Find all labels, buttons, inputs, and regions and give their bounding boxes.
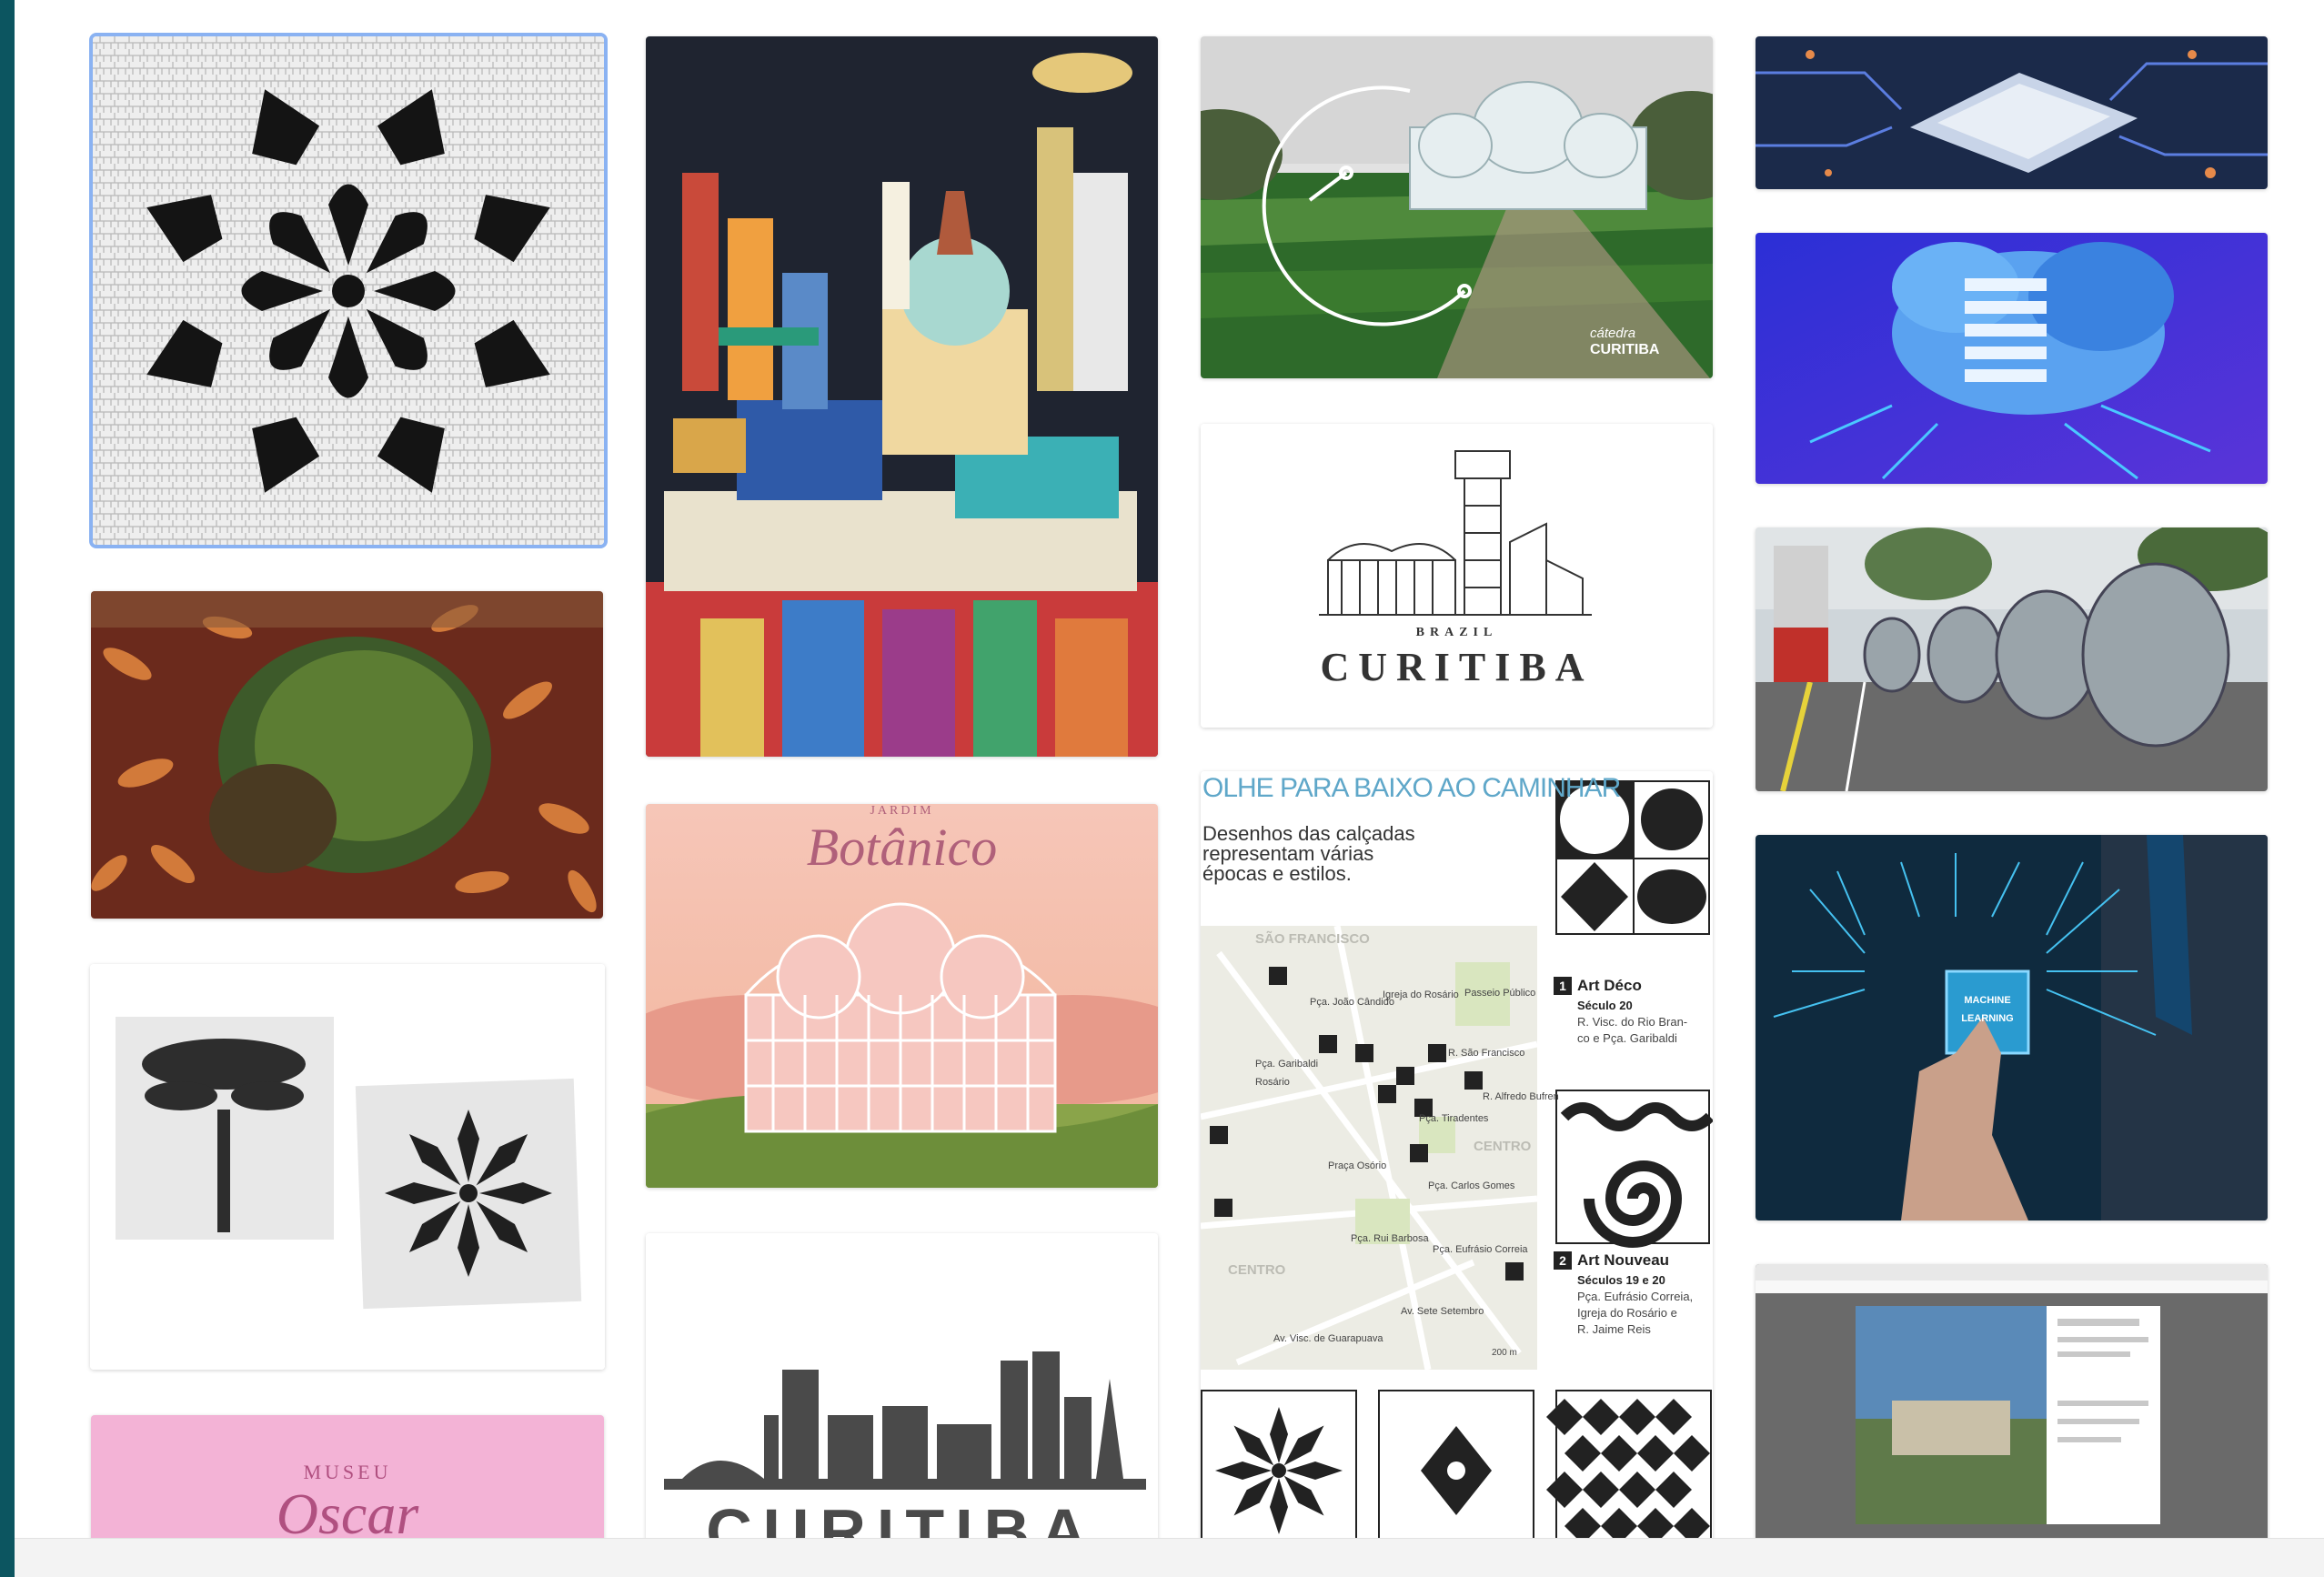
cloud-data-image[interactable] (1756, 233, 2268, 484)
bottom-toolbar (15, 1538, 2324, 1577)
legend-place: R. Jaime Reis (1577, 1322, 1651, 1336)
map-label: CENTRO (1474, 1139, 1532, 1154)
city-illustration-image[interactable] (646, 36, 1158, 757)
computer-chip-graphic (1756, 36, 2268, 189)
cloud-data-graphic (1756, 233, 2268, 484)
botanico-poster-image[interactable]: JARDIM Botânico (646, 804, 1158, 1188)
legend-century: Século 20 (1577, 999, 1633, 1012)
city-illustration-graphic (646, 36, 1158, 757)
pinecone-graphic (91, 591, 603, 919)
map-label: Pça. Carlos Gomes (1428, 1180, 1515, 1191)
infographic-headline: OLHE PARA BAIXO AO CAMINHAR (1202, 773, 1621, 803)
browser-screenshot-image[interactable] (1756, 1264, 2268, 1552)
moodboard-canvas: MUSEU Oscar JARDIM Botânico CURITIBA cát… (15, 0, 2324, 1577)
infographic-intro-3: épocas e estilos. (1202, 862, 1352, 885)
legend-number: 2 (1554, 1251, 1572, 1270)
pinecone-image[interactable] (91, 591, 603, 919)
tube-station-image[interactable] (1756, 527, 2268, 791)
machine-label: MACHINE (1964, 995, 2011, 1006)
mosaic-tiles-graphic (90, 964, 605, 1370)
legend-place: Pça. Eufrásio Correia, (1577, 1290, 1694, 1303)
catedra-curitiba-label: CURITIBA (1590, 342, 1660, 357)
computer-chip-image[interactable] (1756, 36, 2268, 189)
curitiba-skyline-image[interactable]: CURITIBA (646, 1233, 1158, 1552)
browser-screenshot-graphic (1756, 1264, 2268, 1552)
map-label: Praça Osório (1328, 1160, 1387, 1171)
tube-station-graphic (1756, 527, 2268, 791)
infographic-graphic (1201, 771, 1713, 1552)
botanical-garden-circuit-image[interactable]: cátedra CURITIBA (1201, 36, 1713, 378)
map-label: SÃO FRANCISCO (1255, 931, 1370, 947)
map-label: Passeio Público (1464, 988, 1536, 999)
curitiba-logo-label: CURITIBA (1320, 645, 1594, 689)
brazil-curitiba-logo-image[interactable]: BRAZIL CURITIBA (1201, 424, 1713, 728)
museu-oscar-image[interactable]: MUSEU Oscar (91, 1415, 604, 1552)
mosaic-flower-image[interactable] (93, 36, 604, 545)
map-label: Pça. João Cândido (1310, 997, 1394, 1008)
map-label: Rosário (1255, 1077, 1290, 1088)
map-label: R. Alfredo Bufren (1483, 1091, 1559, 1102)
map-scale: 200 m (1492, 1348, 1517, 1358)
map-label: Av. Sete Setembro (1401, 1306, 1484, 1317)
legend-number: 1 (1554, 977, 1572, 995)
brazil-label: BRAZIL (1415, 626, 1498, 639)
map-label: Pça. Garibaldi (1255, 1059, 1319, 1070)
map-label: R. São Francisco (1448, 1048, 1525, 1059)
legend-style: Art Déco (1577, 977, 1642, 994)
legend-place: co e Pça. Garibaldi (1577, 1031, 1677, 1045)
map-label: Pça. Tiradentes (1419, 1113, 1489, 1124)
botanico-label: Botânico (806, 818, 998, 877)
map-label: CENTRO (1228, 1262, 1286, 1278)
map-label: Igreja do Rosário (1383, 989, 1459, 1000)
legend-century: Séculos 19 e 20 (1577, 1273, 1665, 1287)
learning-label: LEARNING (1961, 1013, 2014, 1024)
legend-place: Igreja do Rosário e (1577, 1306, 1677, 1320)
legend-place: R. Visc. do Rio Bran- (1577, 1015, 1688, 1029)
mosaic-flower-graphic (93, 36, 604, 545)
botanical-garden-graphic (1201, 36, 1713, 378)
map-label: Pça. Rui Barbosa (1351, 1233, 1429, 1244)
map-label: Av. Visc. de Guarapuava (1273, 1333, 1383, 1344)
machine-learning-graphic (1756, 835, 2268, 1220)
machine-learning-image[interactable]: MACHINE LEARNING (1756, 835, 2268, 1220)
legend-style: Art Nouveau (1577, 1251, 1670, 1269)
mosaic-tiles-image[interactable] (90, 964, 605, 1370)
catedra-label: cátedra (1590, 326, 1636, 341)
olhe-para-baixo-infographic[interactable]: OLHE PARA BAIXO AO CAMINHAR Desenhos das… (1201, 771, 1713, 1552)
map-label: Pça. Eufrásio Correia (1433, 1244, 1528, 1255)
